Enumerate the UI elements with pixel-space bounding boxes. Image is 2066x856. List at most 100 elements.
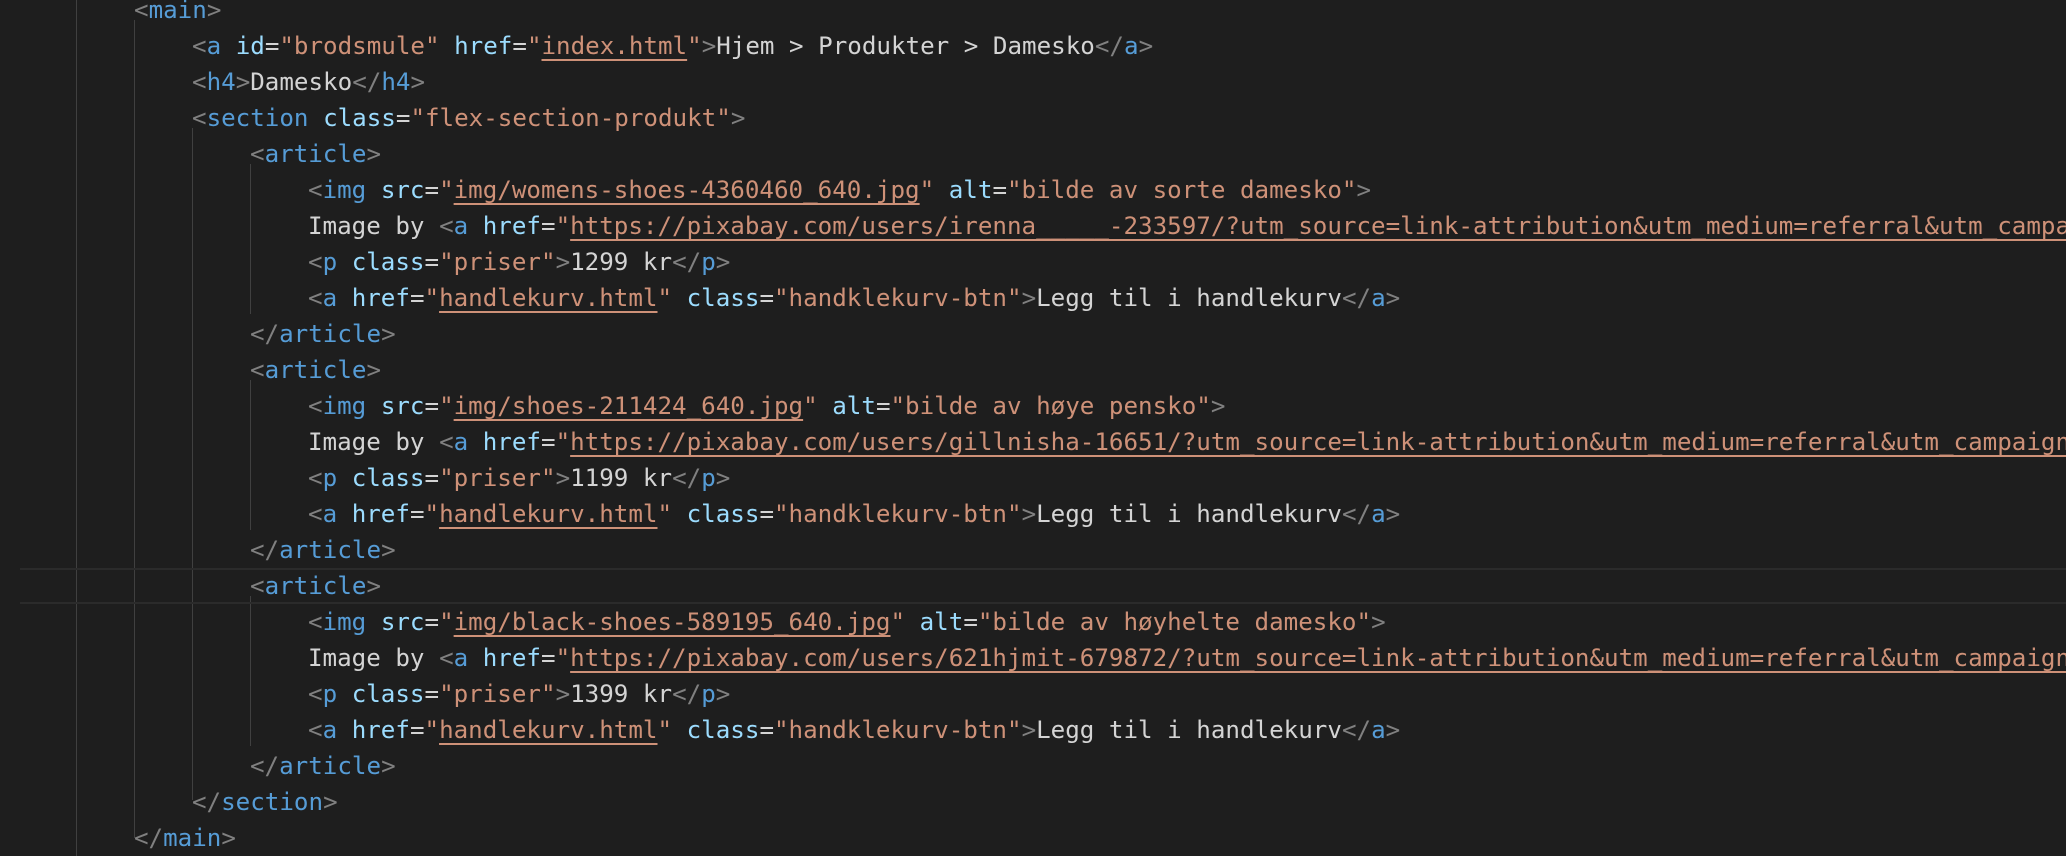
code-token: a [453, 644, 469, 672]
code-token: a [1124, 32, 1139, 60]
code-token: a [322, 284, 338, 312]
code-token: "bilde av sorte damesko" [1007, 176, 1357, 204]
code-token: > [715, 464, 731, 492]
code-token: img [322, 392, 367, 420]
code-token: < [439, 644, 454, 672]
code-token: > [715, 680, 731, 708]
code-line[interactable]: <p class="priser">1399 kr</p> [308, 676, 730, 712]
code-token: Damesko [250, 68, 353, 96]
code-token: alt [832, 392, 876, 420]
code-token: class [351, 680, 425, 708]
code-line[interactable]: <article> [250, 136, 381, 172]
code-token: < [308, 716, 323, 744]
code-token: </ [250, 320, 280, 348]
code-line[interactable]: <img src="img/black-shoes-589195_640.jpg… [308, 604, 1386, 640]
code-token: 1399 kr [570, 680, 673, 708]
code-line[interactable]: <main> [134, 0, 221, 28]
code-line[interactable]: Image by <a href="https://pixabay.com/us… [308, 424, 2066, 460]
code-token: </ [1341, 284, 1372, 312]
code-token: "handklekurv-btn" [774, 500, 1022, 528]
code-link-token: https://pixabay.com/users/621hjmit-67987… [570, 644, 2066, 672]
code-token: > [1385, 284, 1401, 312]
code-token: class [351, 464, 425, 492]
code-line[interactable]: <article> [250, 352, 381, 388]
code-token: article [279, 320, 382, 348]
code-token: </ [672, 680, 702, 708]
code-token: = [759, 716, 774, 744]
code-token: class [686, 284, 760, 312]
code-token: = [992, 176, 1007, 204]
code-editor[interactable]: <main> <a id="brodsmule" href="index.html… [0, 0, 2066, 856]
code-token: href [351, 284, 410, 312]
code-line[interactable]: <h4>Damesko</h4> [192, 64, 425, 100]
code-token: main [148, 0, 207, 24]
code-token: "bilde av høyhelte damesko" [977, 608, 1372, 636]
code-line[interactable]: <a id="brodsmule" href="index.html">Hjem… [192, 28, 1153, 64]
code-token: </ [672, 464, 702, 492]
code-token: < [308, 680, 323, 708]
code-line[interactable]: <p class="priser">1199 kr</p> [308, 460, 730, 496]
code-token: href [351, 500, 410, 528]
code-line[interactable]: </article> [250, 748, 396, 784]
code-line[interactable]: <img src="img/shoes-211424_640.jpg" alt=… [308, 388, 1225, 424]
code-token: > [1021, 500, 1037, 528]
code-token: Hjem > Produkter > Damesko [716, 32, 1095, 60]
code-token: href [351, 716, 410, 744]
indent-guide [250, 380, 251, 530]
code-token: = [875, 392, 891, 420]
code-token: Legg til i handlekurv [1036, 500, 1342, 528]
code-link-token: img/shoes-211424_640.jpg [453, 392, 804, 420]
code-token: </ [250, 536, 280, 564]
code-line[interactable]: Image by <a href="https://pixabay.com/us… [308, 208, 2066, 244]
code-line[interactable]: <img src="img/womens-shoes-4360460_640.j… [308, 172, 1371, 208]
code-token: < [192, 32, 207, 60]
code-token: " [424, 500, 440, 528]
code-link-token: handlekurv.html [439, 284, 658, 312]
code-line[interactable]: <a href="handlekurv.html" class="handkle… [308, 712, 1400, 748]
code-token: h4 [206, 68, 236, 96]
code-line[interactable]: <a href="handlekurv.html" class="handkle… [308, 496, 1400, 532]
code-token: </ [672, 248, 702, 276]
code-line[interactable]: <p class="priser">1299 kr</p> [308, 244, 730, 280]
indent-guide [250, 164, 251, 314]
code-line[interactable]: Image by <a href="https://pixabay.com/us… [308, 640, 2066, 676]
code-line[interactable]: </article> [250, 532, 396, 568]
code-token: a [322, 500, 338, 528]
code-token: < [308, 248, 323, 276]
code-line[interactable]: </main> [134, 820, 236, 856]
code-token: p [322, 248, 338, 276]
code-token: a [206, 32, 222, 60]
code-line[interactable]: <a href="handlekurv.html" class="handkle… [308, 280, 1400, 316]
code-token: src [380, 176, 425, 204]
code-token: " [439, 608, 454, 636]
code-line[interactable]: </section> [192, 784, 338, 820]
indent-guide [134, 20, 135, 838]
code-token: " [657, 284, 673, 312]
code-link-token: https://pixabay.com/users/irenna_____-23… [570, 212, 2066, 240]
code-token: = [424, 176, 440, 204]
code-token: alt [948, 176, 993, 204]
code-line[interactable]: </article> [250, 316, 396, 352]
code-token: </ [1094, 32, 1124, 60]
code-token: = [541, 212, 556, 240]
code-token: 1199 kr [570, 464, 673, 492]
code-token: < [308, 176, 323, 204]
code-token: " [687, 32, 702, 60]
code-token: " [555, 428, 571, 456]
code-line[interactable]: <article> [250, 568, 381, 604]
code-token: = [512, 32, 527, 60]
code-token: class [686, 716, 760, 744]
code-token: a [453, 428, 469, 456]
code-token: section [206, 104, 309, 132]
code-line[interactable]: <section class="flex-section-produkt"> [192, 100, 745, 136]
code-token: src [380, 392, 425, 420]
code-token: > [730, 104, 746, 132]
code-token: < [250, 140, 265, 168]
